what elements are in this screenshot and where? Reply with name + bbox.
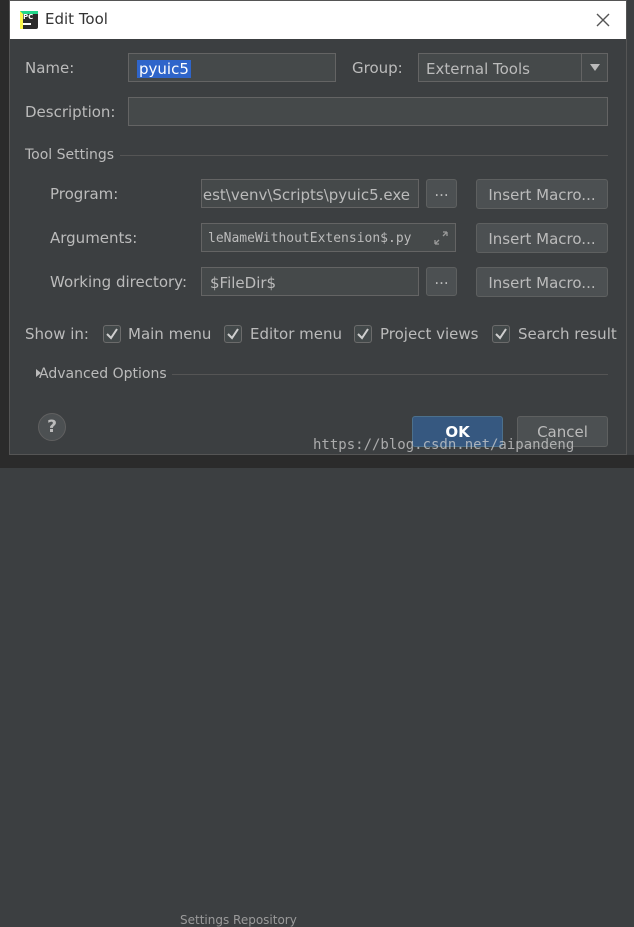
checkmark-icon <box>495 328 507 340</box>
program-label: Program: <box>50 185 119 203</box>
checkmark-icon <box>357 328 369 340</box>
project-views-label: Project views <box>380 325 479 343</box>
arguments-input[interactable]: leNameWithoutExtension$.py <box>201 223 456 252</box>
edit-tool-dialog: PC Edit Tool Name: pyuic5 Group: Externa… <box>9 0 627 455</box>
tool-settings-heading: Tool Settings <box>25 147 115 163</box>
working-directory-insert-macro-button[interactable]: Insert Macro... <box>476 267 608 297</box>
dialog-title: Edit Tool <box>45 10 108 28</box>
checkmark-icon <box>106 328 118 340</box>
group-value: External Tools <box>426 60 530 78</box>
checkmark-icon <box>227 328 239 340</box>
main-menu-label: Main menu <box>128 325 212 343</box>
arguments-label: Arguments: <box>50 229 138 247</box>
background-window-bottom: Settings Repository <box>0 455 634 927</box>
name-value: pyuic5 <box>137 60 191 78</box>
working-directory-input[interactable]: $FileDir$ <box>201 267 419 296</box>
name-input[interactable]: pyuic5 <box>128 53 336 82</box>
search-result-checkbox[interactable] <box>492 325 510 343</box>
background-window-edge <box>0 0 9 468</box>
editor-menu-label: Editor menu <box>250 325 343 343</box>
description-label: Description: <box>25 103 116 121</box>
help-button[interactable]: ? <box>38 413 66 441</box>
program-value: est\venv\Scripts\pyuic5.exe <box>202 186 410 204</box>
group-label: Group: <box>352 59 403 77</box>
show-in-label: Show in: <box>25 325 89 343</box>
advanced-options-separator <box>172 374 608 375</box>
name-label: Name: <box>25 59 75 77</box>
program-input[interactable]: est\venv\Scripts\pyuic5.exe <box>201 179 419 208</box>
working-directory-label: Working directory: <box>50 273 188 291</box>
title-bar[interactable]: PC Edit Tool <box>10 1 626 39</box>
description-input[interactable] <box>128 97 608 126</box>
group-select[interactable]: External Tools <box>418 53 608 82</box>
search-result-label: Search result <box>518 325 617 343</box>
tool-settings-separator <box>120 155 608 156</box>
pycharm-logo-icon: PC <box>20 11 38 29</box>
group-dropdown-button[interactable] <box>581 54 607 82</box>
advanced-options-toggle[interactable]: Advanced Options <box>39 366 167 382</box>
expand-icon[interactable] <box>434 231 448 245</box>
watermark: https://blog.csdn.net/aipandeng <box>313 437 575 453</box>
arguments-value: leNameWithoutExtension$.py <box>208 231 412 246</box>
close-button[interactable] <box>593 10 613 30</box>
editor-menu-checkbox[interactable] <box>224 325 242 343</box>
working-directory-browse-button[interactable]: ... <box>426 267 457 296</box>
chevron-down-icon <box>590 64 600 71</box>
working-directory-value: $FileDir$ <box>210 274 277 292</box>
program-insert-macro-button[interactable]: Insert Macro... <box>476 179 608 209</box>
background-settings-repository: Settings Repository <box>180 913 297 927</box>
project-views-checkbox[interactable] <box>354 325 372 343</box>
main-menu-checkbox[interactable] <box>103 325 121 343</box>
help-icon: ? <box>47 417 57 437</box>
program-browse-button[interactable]: ... <box>426 179 457 208</box>
arguments-insert-macro-button[interactable]: Insert Macro... <box>476 223 608 253</box>
close-icon <box>596 13 610 27</box>
